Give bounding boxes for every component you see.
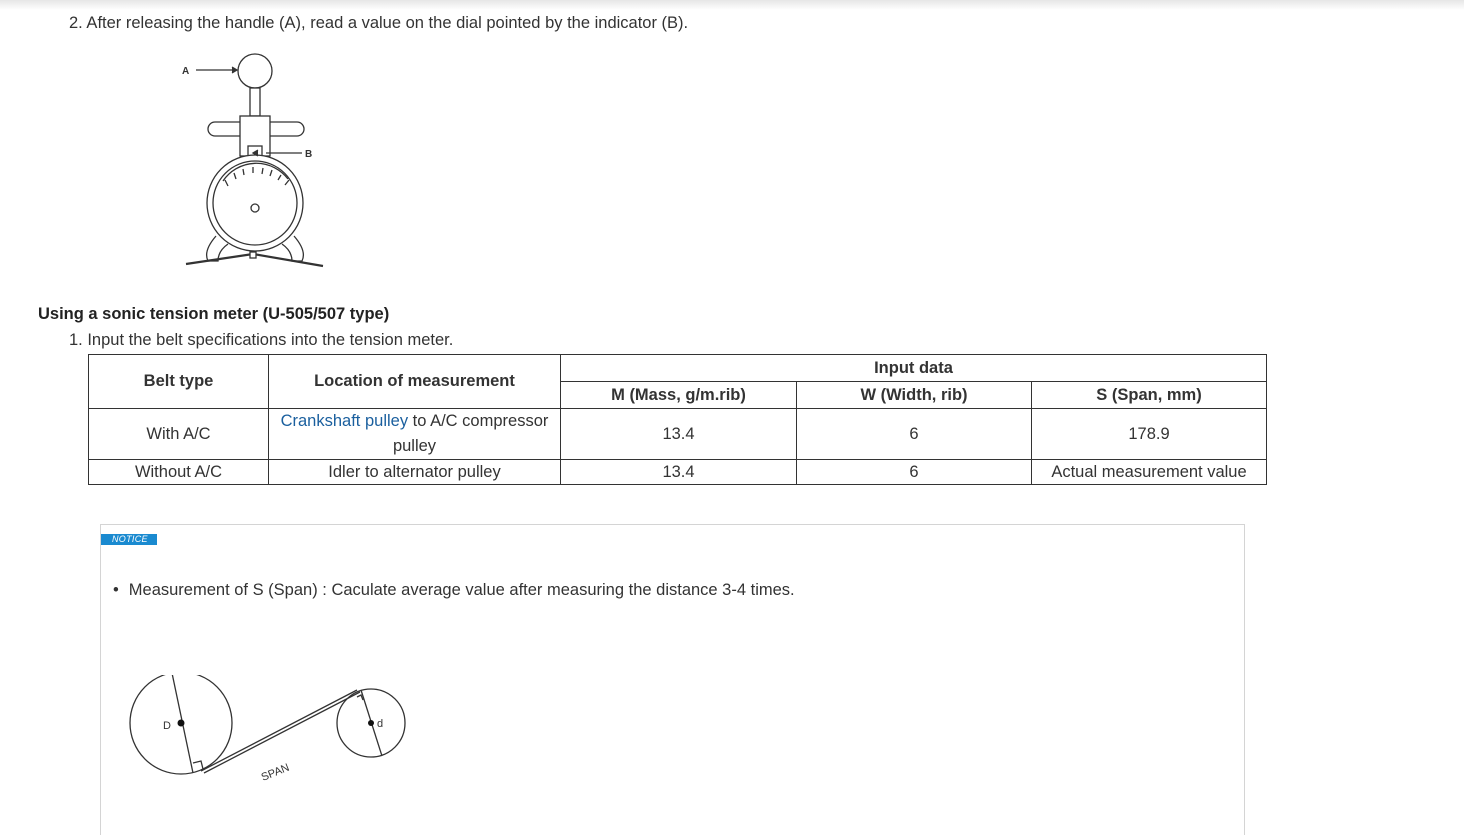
cell-span: Actual measurement value xyxy=(1031,459,1267,485)
cell-width: 6 xyxy=(796,459,1032,485)
cell-belt-type: With A/C xyxy=(88,408,269,460)
cell-location-text: to A/C compressor pulley xyxy=(392,412,549,455)
notice-bullet-text: Measurement of S (Span) : Caculate avera… xyxy=(128,581,795,599)
cell-mass: 13.4 xyxy=(560,459,797,485)
header-width: W (Width, rib) xyxy=(796,381,1032,409)
bullet-icon: • xyxy=(113,581,119,599)
pulley-small-center xyxy=(368,720,374,726)
label-a: A xyxy=(182,66,189,77)
cell-width: 6 xyxy=(796,408,1032,460)
cell-mass: 13.4 xyxy=(560,408,797,460)
header-span: S (Span, mm) xyxy=(1031,381,1267,409)
label-b: B xyxy=(305,149,312,160)
notice-badge: NOTICE xyxy=(101,534,157,545)
notice-bullet: • Measurement of S (Span) : Caculate aver… xyxy=(113,581,795,600)
tension-meter-figure: A B xyxy=(182,53,324,268)
label-big-d: D xyxy=(163,720,171,732)
belt-spec-table: Belt type Location of measurement Input … xyxy=(88,354,1267,485)
cell-location: Crankshaft pulley to A/C compressor pull… xyxy=(268,408,561,460)
notice-box: NOTICE • Measurement of S (Span) : Cacula… xyxy=(100,524,1245,835)
header-input-data: Input data xyxy=(560,354,1267,382)
label-span: SPAN xyxy=(260,762,292,784)
cell-span: 178.9 xyxy=(1031,408,1267,460)
pulley-big-center xyxy=(177,719,185,727)
step-1-text: 1. Input the belt specifications into th… xyxy=(69,331,454,349)
cell-location: Idler to alternator pulley xyxy=(268,459,561,485)
step-2-text: 2. After releasing the handle (A), read … xyxy=(69,14,689,32)
top-shadow-bar xyxy=(0,0,1464,10)
header-mass: M (Mass, g/m.rib) xyxy=(560,381,797,409)
cell-belt-type: Without A/C xyxy=(88,459,269,485)
header-belt-type: Belt type xyxy=(88,354,269,409)
header-location: Location of measurement xyxy=(268,354,561,409)
crankshaft-pulley-link[interactable]: Crankshaft pulley xyxy=(281,412,408,430)
section-title: Using a sonic tension meter (U-505/507 t… xyxy=(38,305,390,323)
span-diagram: D d SPAN xyxy=(129,675,406,784)
label-small-d: d xyxy=(377,718,383,730)
table-row: With A/C Crankshaft pulley to A/C compre… xyxy=(88,408,1267,460)
table-row: Without A/C Idler to alternator pulley 1… xyxy=(88,459,1267,485)
